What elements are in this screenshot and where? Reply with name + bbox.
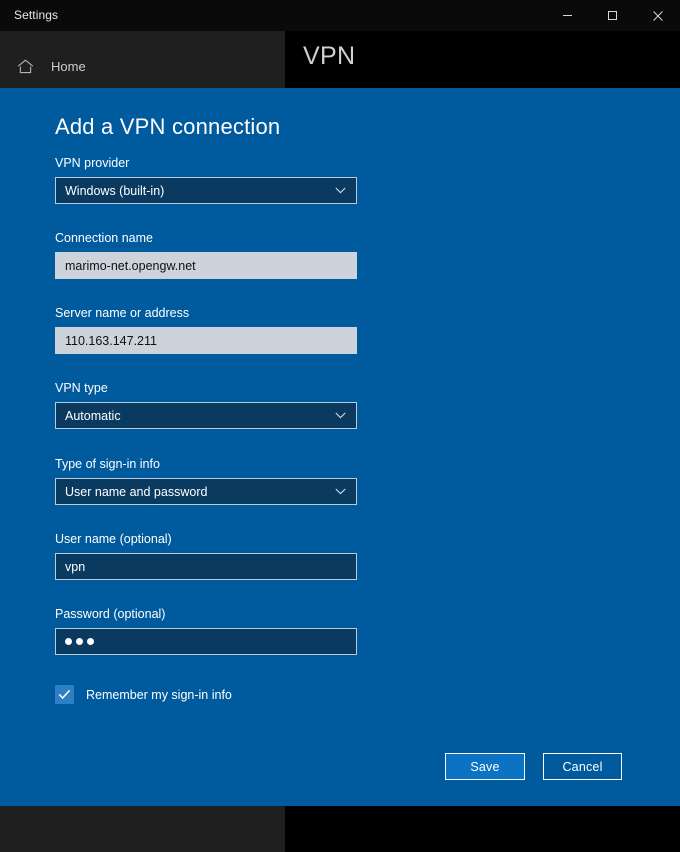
maximize-button[interactable]	[590, 0, 635, 31]
vpn-provider-value: Windows (built-in)	[65, 183, 165, 198]
server-address-value: 110.163.147.211	[65, 333, 157, 348]
maximize-icon	[608, 11, 617, 20]
screen: Settings Home VPN Add a VPN connection V…	[0, 0, 680, 852]
signin-type-dropdown[interactable]: User name and password	[55, 478, 357, 505]
label-signin-type: Type of sign-in info	[55, 457, 160, 471]
vpn-provider-dropdown[interactable]: Windows (built-in)	[55, 177, 357, 204]
close-icon	[652, 10, 663, 21]
remember-signin-label: Remember my sign-in info	[86, 687, 232, 702]
label-user-name: User name (optional)	[55, 532, 172, 546]
connection-name-input[interactable]: marimo-net.opengw.net	[55, 252, 357, 279]
label-connection-name: Connection name	[55, 231, 153, 245]
label-password: Password (optional)	[55, 607, 166, 621]
cancel-button[interactable]: Cancel	[543, 753, 622, 780]
add-vpn-dialog: Add a VPN connection VPN provider Window…	[0, 88, 680, 806]
dialog-title: Add a VPN connection	[55, 114, 281, 139]
field-vpn-provider: VPN provider Windows (built-in)	[55, 156, 357, 204]
remember-signin-row[interactable]: Remember my sign-in info	[55, 685, 232, 704]
minimize-icon	[563, 15, 572, 16]
window-titlebar: Settings	[0, 0, 680, 31]
user-name-value: vpn	[65, 559, 86, 574]
vpn-type-value: Automatic	[65, 408, 121, 423]
password-input[interactable]	[55, 628, 357, 655]
field-password: Password (optional)	[55, 607, 357, 655]
field-signin-type: Type of sign-in info User name and passw…	[55, 457, 357, 505]
sidebar-item-home[interactable]: Home	[0, 46, 285, 86]
sidebar-item-home-label: Home	[51, 58, 86, 74]
user-name-input[interactable]: vpn	[55, 553, 357, 580]
remember-signin-checkbox[interactable]	[55, 685, 74, 704]
checkmark-icon	[58, 689, 71, 700]
page-title: VPN	[303, 42, 356, 70]
connection-name-value: marimo-net.opengw.net	[65, 258, 196, 273]
field-connection-name: Connection name marimo-net.opengw.net	[55, 231, 357, 279]
label-vpn-type: VPN type	[55, 381, 108, 395]
vpn-type-dropdown[interactable]: Automatic	[55, 402, 357, 429]
chevron-down-icon	[334, 184, 347, 197]
label-server-address: Server name or address	[55, 306, 190, 320]
field-vpn-type: VPN type Automatic	[55, 381, 357, 429]
label-vpn-provider: VPN provider	[55, 156, 130, 170]
chevron-down-icon	[334, 409, 347, 422]
home-icon	[16, 57, 34, 75]
minimize-button[interactable]	[545, 0, 590, 31]
signin-type-value: User name and password	[65, 484, 208, 499]
server-address-input[interactable]: 110.163.147.211	[55, 327, 357, 354]
chevron-down-icon	[334, 485, 347, 498]
save-button[interactable]: Save	[445, 753, 525, 780]
field-server-address: Server name or address 110.163.147.211	[55, 306, 357, 354]
close-button[interactable]	[635, 0, 680, 31]
field-user-name: User name (optional) vpn	[55, 532, 357, 580]
window-title: Settings	[14, 8, 59, 22]
password-masked-value	[65, 638, 94, 645]
window-controls	[545, 0, 680, 31]
